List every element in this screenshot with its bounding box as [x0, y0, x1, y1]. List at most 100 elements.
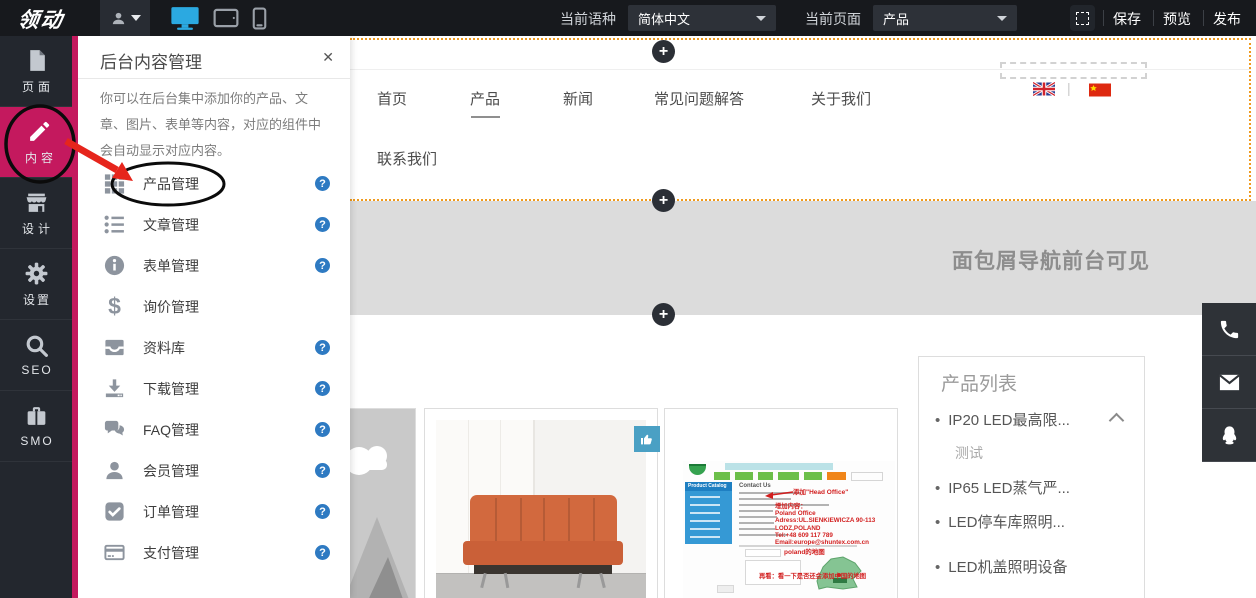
help-icon[interactable]: ?: [315, 504, 330, 519]
storefront-icon: [24, 190, 49, 215]
help-icon[interactable]: ?: [315, 176, 330, 191]
order-check-icon: [102, 499, 127, 524]
mini-nav-item: [758, 472, 773, 480]
help-icon[interactable]: ?: [315, 381, 330, 396]
help-icon[interactable]: ?: [315, 258, 330, 273]
thumbs-up-icon: [639, 431, 655, 447]
thumbs-up-badge[interactable]: [634, 426, 660, 452]
panel-description: 你可以在后台集中添加你的产品、文章、图片、表单等内容，对应的组件中会自动显示对应…: [100, 86, 332, 164]
menu-item-inquiry-management[interactable]: $ 询价管理: [78, 286, 350, 327]
product-list-widget: 产品列表 •IP20 LED最高限... 测试 •IP65 LED蒸气严... …: [918, 356, 1145, 598]
breadcrumb-hint-text: 面包屑导航前台可见: [952, 245, 1150, 275]
sidebar-item-settings[interactable]: 设置: [0, 249, 72, 320]
brand-logo: 领动: [16, 4, 66, 34]
breadcrumb-banner[interactable]: 面包屑导航前台可见: [350, 201, 1256, 315]
desktop-icon[interactable]: [170, 6, 200, 31]
product-list-item[interactable]: •IP20 LED最高限...: [935, 409, 1070, 430]
sidebar-item-pages[interactable]: 页面: [0, 36, 72, 107]
archive-icon: [102, 335, 127, 360]
phone-button[interactable]: [1202, 303, 1256, 356]
help-icon[interactable]: ?: [315, 217, 330, 232]
menu-item-product-management[interactable]: 产品管理 ?: [78, 163, 350, 204]
pencil-icon: [27, 119, 52, 144]
sofa-illustration: [463, 495, 623, 588]
nav-about[interactable]: 关于我们: [811, 88, 871, 109]
grid-icon: [102, 171, 127, 196]
chevron-down-icon: [131, 15, 141, 21]
product-list-item[interactable]: •LED机盖照明设备: [935, 556, 1067, 577]
content-management-panel: 后台内容管理 ✕ 你可以在后台集中添加你的产品、文章、图片、表单等内容，对应的组…: [78, 36, 350, 598]
nav-news[interactable]: 新闻: [563, 88, 593, 109]
product-card-screenshot[interactable]: Contact Us Product Catalog 添加"Head Offic…: [664, 408, 898, 598]
briefcase-icon: [24, 404, 49, 429]
help-icon[interactable]: ?: [315, 340, 330, 355]
info-icon: [102, 253, 127, 278]
menu-item-download-management[interactable]: 下载管理 ?: [78, 368, 350, 409]
top-bar: 领动 当前语种 简体中文 当前页面 产品 保存 预览 发布: [0, 0, 1256, 36]
dollar-icon: $: [102, 294, 127, 319]
product-list-title: 产品列表: [941, 369, 1017, 396]
dashed-region-icon[interactable]: [1070, 5, 1095, 31]
main-sidebar: 页面 内容 设计 设置 SEO SMO: [0, 36, 72, 598]
nav-contact[interactable]: 联系我们: [377, 148, 437, 169]
mini-nav-item: [778, 472, 799, 480]
add-section-button-middle[interactable]: +: [652, 189, 675, 212]
red-annotation: 添加"Head Office": [793, 486, 848, 496]
user-menu[interactable]: [100, 0, 150, 36]
qq-button[interactable]: [1202, 409, 1256, 462]
menu-item-payment-management[interactable]: 支付管理 ?: [78, 532, 350, 573]
page-select[interactable]: 产品: [873, 5, 1017, 31]
add-section-button-bottom[interactable]: +: [652, 303, 675, 326]
mini-nav-item: [735, 472, 753, 480]
china-flag-icon[interactable]: [1089, 83, 1111, 97]
preview-button[interactable]: 预览: [1163, 9, 1191, 29]
close-icon[interactable]: ✕: [322, 49, 334, 66]
publish-button[interactable]: 发布: [1213, 9, 1241, 29]
menu-item-order-management[interactable]: 订单管理 ?: [78, 491, 350, 532]
help-icon[interactable]: ?: [315, 545, 330, 560]
product-card-placeholder[interactable]: [350, 408, 416, 598]
language-select[interactable]: 简体中文: [628, 5, 776, 31]
language-label: 当前语种: [560, 9, 616, 29]
menu-item-article-management[interactable]: 文章管理 ?: [78, 204, 350, 245]
sidebar-accent-strip: [72, 36, 78, 598]
red-annotation-block: 增加内容： Poland Office Adress:UL.SIENKIEWIC…: [775, 503, 875, 546]
qq-penguin-icon: [1218, 424, 1241, 447]
email-button[interactable]: [1202, 356, 1256, 409]
panel-menu: 产品管理 ? 文章管理 ? 表单管理 ? $ 询价管理 资料库 ?: [78, 163, 350, 573]
sidebar-item-content[interactable]: 内容: [0, 107, 78, 178]
chevron-down-icon: [756, 16, 766, 21]
sidebar-item-seo[interactable]: SEO: [0, 320, 72, 391]
help-icon[interactable]: ?: [315, 422, 330, 437]
download-icon: [102, 376, 127, 401]
menu-item-asset-library[interactable]: 资料库 ?: [78, 327, 350, 368]
product-card-sofa[interactable]: [424, 408, 658, 598]
chevron-down-icon: [997, 16, 1007, 21]
product-list-item[interactable]: •IP65 LED蒸气严...: [935, 477, 1070, 498]
tablet-icon[interactable]: [213, 8, 239, 28]
device-switcher: [170, 0, 267, 36]
mobile-icon[interactable]: [252, 7, 267, 30]
sidebar-item-design[interactable]: 设计: [0, 178, 72, 249]
mini-nav-item: [714, 472, 730, 480]
mini-button: [717, 585, 734, 593]
product-list-item[interactable]: •LED停车库照明...: [935, 511, 1065, 532]
envelope-icon: [1218, 371, 1241, 394]
save-button[interactable]: 保存: [1113, 9, 1141, 29]
menu-item-faq-management[interactable]: FAQ管理 ?: [78, 409, 350, 450]
menu-item-form-management[interactable]: 表单管理 ?: [78, 245, 350, 286]
chevron-up-icon[interactable]: [1109, 413, 1125, 429]
mini-red-arrow: [763, 489, 795, 499]
nav-products[interactable]: 产品: [470, 88, 500, 109]
nav-home[interactable]: 首页: [377, 88, 407, 109]
add-section-button-top[interactable]: +: [652, 40, 675, 63]
mini-search-box: [851, 472, 883, 481]
mini-site-logo: [689, 464, 706, 475]
product-list-subitem[interactable]: 测试: [955, 443, 983, 463]
nav-faq[interactable]: 常见问题解答: [654, 88, 744, 109]
uk-flag-icon[interactable]: [1033, 82, 1055, 96]
empty-widget-placeholder[interactable]: [1000, 62, 1147, 79]
sidebar-item-smo[interactable]: SMO: [0, 391, 72, 462]
help-icon[interactable]: ?: [315, 463, 330, 478]
menu-item-member-management[interactable]: 会员管理 ?: [78, 450, 350, 491]
